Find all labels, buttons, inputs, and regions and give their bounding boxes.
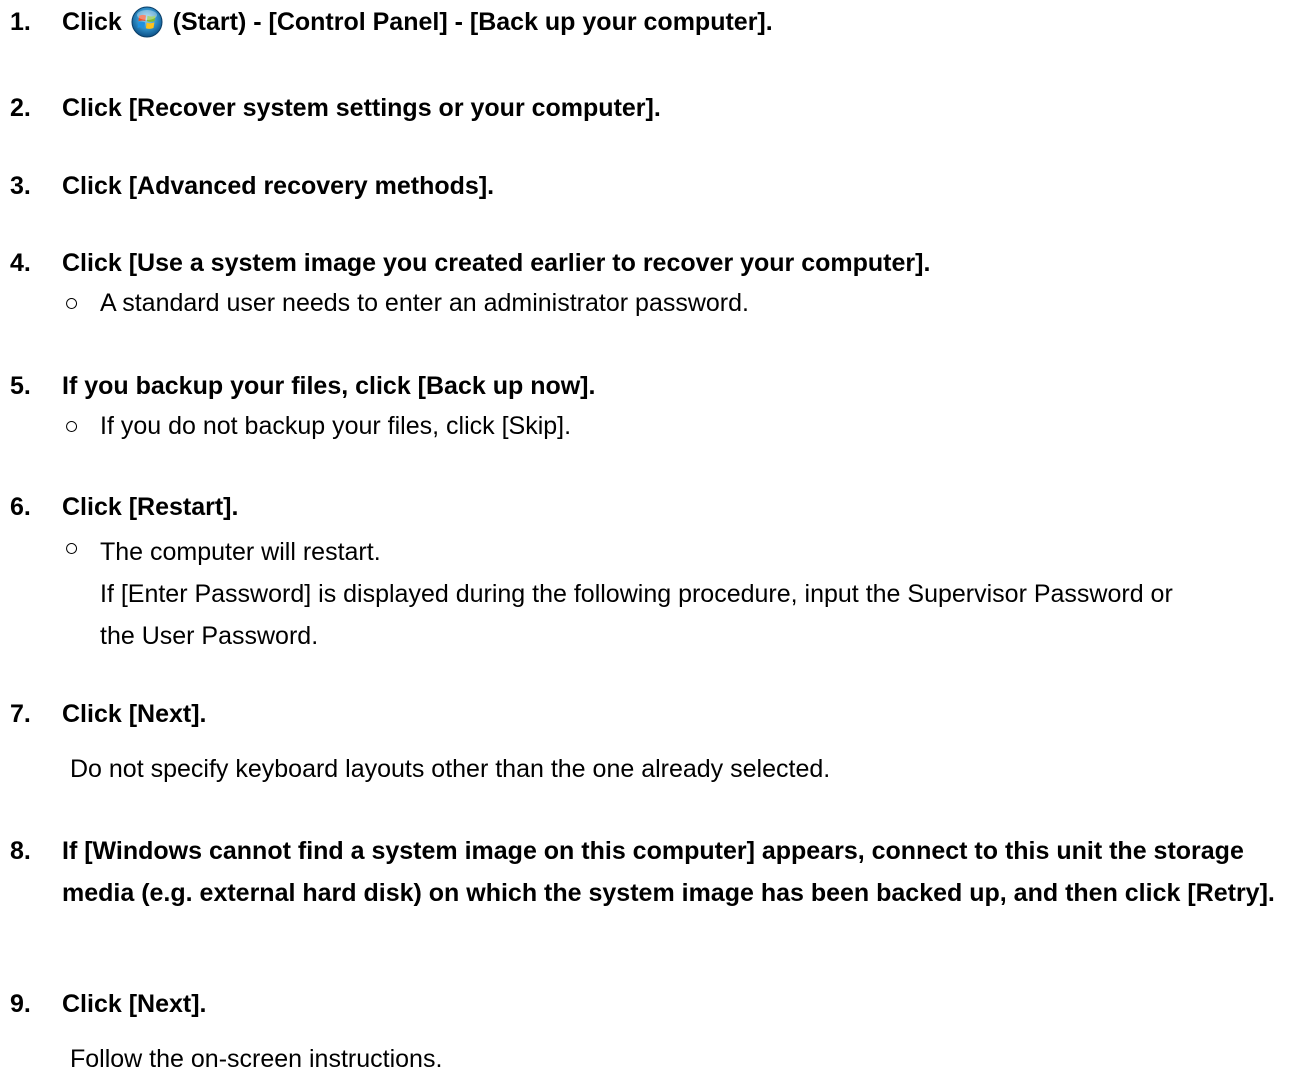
step-text-continued: (Start) - [Control Panel] - [Back up you… <box>172 8 773 36</box>
step-4: 4. Click [Use a system image you created… <box>0 246 1294 321</box>
step-6: 6. Click [Restart]. ○ The computer will … <box>0 490 1294 657</box>
step-text: If [Windows cannot find a system image o… <box>62 837 1275 907</box>
step-8: 8. If [Windows cannot find a system imag… <box>0 830 1294 914</box>
step-number: 3. <box>10 172 31 200</box>
step-number: 6. <box>10 493 31 521</box>
step-number: 7. <box>10 700 31 728</box>
step-number: 8. <box>10 837 31 865</box>
bullet-icon: ○ <box>64 534 80 562</box>
step-note: Follow the on-screen instructions. <box>70 1045 443 1073</box>
step-5: 5. If you backup your files, click [Back… <box>0 369 1294 444</box>
step-text: Click [Next]. <box>62 700 207 728</box>
step-text: Click [Recover system settings or your c… <box>62 94 661 122</box>
step-text: Click [Next]. <box>62 990 207 1018</box>
step-number: 4. <box>10 249 31 277</box>
step-sub-text: The computer will restart. If [Enter Pass… <box>100 538 1173 650</box>
step-text: Click [Use a system image you created ea… <box>62 249 931 277</box>
step-sub-text: A standard user needs to enter an admini… <box>100 289 749 317</box>
step-3: 3. Click [Advanced recovery methods]. <box>0 169 1294 204</box>
step-7: 7. Click [Next]. Do not specify keyboard… <box>0 697 1294 787</box>
step-number: 9. <box>10 990 31 1018</box>
step-number: 2. <box>10 94 31 122</box>
step-text: Click [Restart]. <box>62 493 239 521</box>
step-1: 1. Click (Start) - [Control Panel] - [Ba… <box>0 5 1294 40</box>
step-sub-item: ○ If you do not backup your files, click… <box>0 409 1294 444</box>
step-text: If you backup your files, click [Back up… <box>62 372 596 400</box>
step-sub-text: If you do not backup your files, click [… <box>100 412 572 440</box>
step-sub-item: ○ The computer will restart. If [Enter Pa… <box>0 531 1294 657</box>
bullet-icon: ○ <box>64 412 80 440</box>
step-number: 5. <box>10 372 31 400</box>
step-text: Click <box>62 8 122 36</box>
step-note: Do not specify keyboard layouts other th… <box>70 755 831 783</box>
step-sub-item: ○ A standard user needs to enter an admi… <box>0 286 1294 321</box>
step-2: 2. Click [Recover system settings or you… <box>0 91 1294 126</box>
step-9: 9. Click [Next]. Follow the on-screen in… <box>0 987 1294 1077</box>
step-text: Click [Advanced recovery methods]. <box>62 172 495 200</box>
windows-start-orb-icon <box>131 6 163 38</box>
step-number: 1. <box>10 8 31 36</box>
bullet-icon: ○ <box>64 289 80 317</box>
